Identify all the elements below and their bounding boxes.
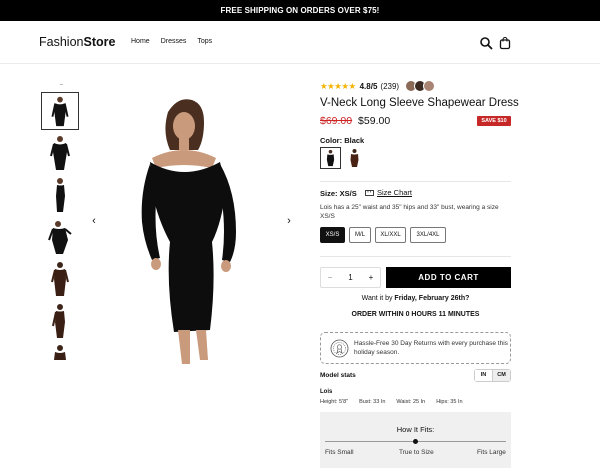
color-swatch-black[interactable] <box>320 147 341 169</box>
qty-decrease-button[interactable]: − <box>321 268 339 287</box>
delivery-date: Friday, February 26th? <box>394 295 470 302</box>
size-option-xs-s[interactable]: XS/S <box>320 227 345 243</box>
site-header: FashionStore Home Dresses Tops <box>0 21 600 64</box>
price: $69.00 $59.00 <box>320 115 390 127</box>
size-option-3xl-4xl[interactable]: 3XL/4XL <box>410 227 446 243</box>
reviewer-avatars <box>405 80 436 92</box>
returns-banner: Hassle-Free 30 Day Returns with every pu… <box>320 332 511 364</box>
thumbnail-2[interactable] <box>43 134 77 172</box>
size-label-key: Size: <box>320 189 338 198</box>
returns-text-main: Hassle-Free 30 Day Returns <box>354 340 437 347</box>
rating-stars: ★★★★★ <box>320 80 356 91</box>
divider <box>320 256 511 257</box>
model-name: Lois <box>320 389 333 395</box>
fit-label-small: Fits Small <box>325 449 354 456</box>
logo-text: Fashion <box>39 35 84 49</box>
color-label-key: Color: <box>320 136 343 145</box>
nav-dresses[interactable]: Dresses <box>161 38 187 45</box>
quantity-stepper: − 1 + <box>320 267 381 288</box>
logo[interactable]: FashionStore <box>39 35 115 49</box>
size-chart-link[interactable]: Size Chart <box>365 188 412 197</box>
fit-title: How It Fits: <box>396 425 435 434</box>
unit-toggle: IN CM <box>474 369 511 382</box>
thumbnail-7[interactable] <box>43 342 77 360</box>
delivery-estimate: Want it by Friday, February 26th? <box>320 295 511 302</box>
avatar <box>423 80 436 92</box>
review-count: (239) <box>380 81 400 91</box>
product-rating[interactable]: ★★★★★ 4.8/5 (239) <box>320 79 436 93</box>
scroll-up-indicator[interactable] <box>60 84 63 85</box>
logo-text-bold: Store <box>83 35 116 49</box>
price-sale: $59.00 <box>358 115 391 127</box>
fit-indicator <box>413 439 418 444</box>
rating-score: 4.8/5 <box>359 81 378 91</box>
shopping-bag-icon[interactable] <box>498 36 512 50</box>
fit-label-large: Fits Large <box>477 449 506 456</box>
thumbnail-6[interactable] <box>43 302 77 340</box>
chevron-right-icon[interactable]: › <box>283 214 295 228</box>
returns-badge-icon <box>330 339 349 358</box>
thumbnail-1[interactable] <box>41 92 79 130</box>
order-countdown: ORDER WITHIN 0 HOURS 11 MINUTES <box>351 311 480 318</box>
thumbnail-3[interactable] <box>43 176 77 214</box>
thumbnail-5[interactable] <box>43 260 77 298</box>
model-hips: Hips: 35 In <box>436 399 463 405</box>
thumbnail-gallery <box>41 84 79 360</box>
size-option-m-l[interactable]: M/L <box>349 227 371 243</box>
add-to-cart-button[interactable]: ADD TO CART <box>386 267 511 288</box>
unit-in[interactable]: IN <box>475 370 493 381</box>
fit-scale: How It Fits: Fits Small True to Size Fit… <box>320 412 511 468</box>
color-value: Black <box>344 136 365 145</box>
nav-home[interactable]: Home <box>131 38 150 45</box>
product-main-image <box>100 92 280 366</box>
model-bust: Bust: 33 In <box>359 399 386 405</box>
size-label: Size: XS/S <box>320 189 357 198</box>
main-nav: Home Dresses Tops <box>131 38 212 45</box>
price-original: $69.00 <box>320 115 353 127</box>
save-badge: SAVE $10 <box>477 116 511 126</box>
product-title: V-Neck Long Sleeve Shapewear Dress <box>320 97 519 109</box>
size-value: XS/S <box>339 189 357 198</box>
divider <box>320 181 511 182</box>
size-chart-text: Size Chart <box>377 188 413 197</box>
delivery-prefix: Want it by <box>361 295 395 302</box>
qty-value[interactable]: 1 <box>339 268 362 287</box>
returns-text: Hassle-Free 30 Day Returns with every pu… <box>354 339 509 357</box>
model-measurements: Height: 5'8" Bust: 33 In Waist: 25 In Hi… <box>320 399 463 405</box>
size-option-xl-xxl[interactable]: XL/XXL <box>375 227 406 243</box>
ruler-icon <box>365 189 374 196</box>
unit-cm[interactable]: CM <box>493 370 510 381</box>
search-icon[interactable] <box>479 36 493 50</box>
nav-tops[interactable]: Tops <box>197 38 212 45</box>
fit-label-true: True to Size <box>399 449 434 456</box>
model-waist: Waist: 25 In <box>396 399 426 405</box>
promo-banner: FREE SHIPPING ON ORDERS OVER $75! <box>0 0 600 21</box>
thumbnail-4[interactable] <box>43 218 77 256</box>
size-note: Lois has a 25" waist and 35" hips and 33… <box>320 204 499 220</box>
model-stats-label: Model stats <box>320 372 356 379</box>
chevron-left-icon[interactable]: ‹ <box>88 214 100 228</box>
qty-increase-button[interactable]: + <box>362 268 380 287</box>
model-height: Height: 5'8" <box>320 399 349 405</box>
color-swatch-brown[interactable] <box>344 147 365 169</box>
color-label: Color: Black <box>320 136 364 145</box>
